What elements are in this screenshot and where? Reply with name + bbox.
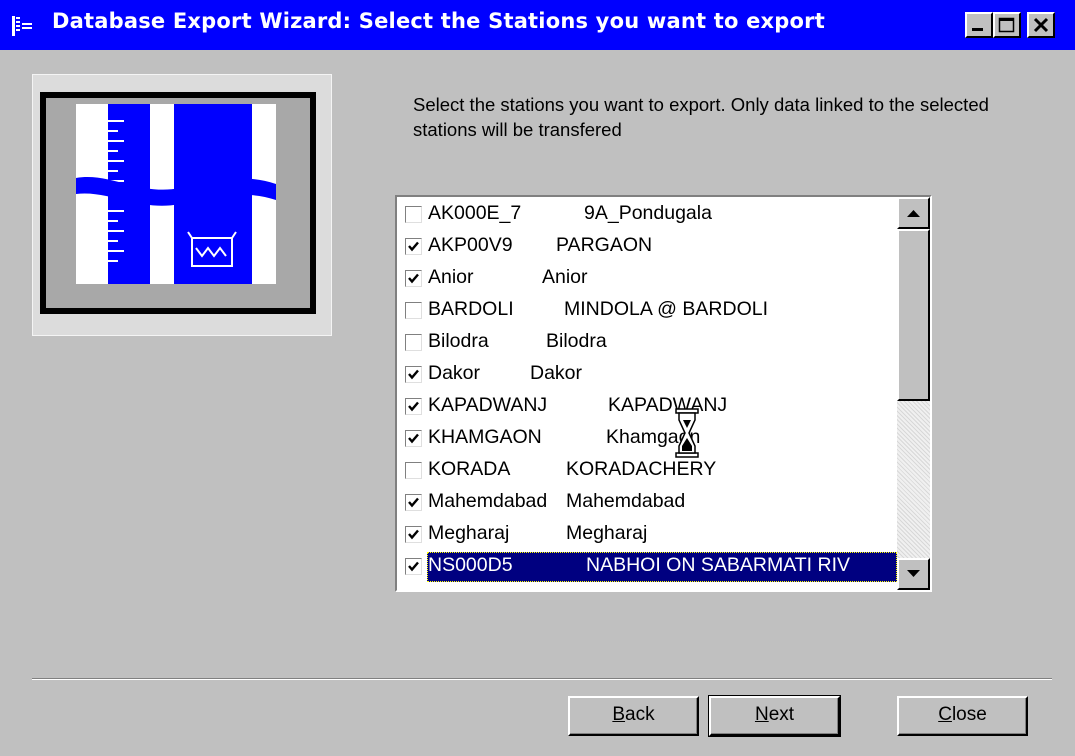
station-code: BARDOLI [428, 298, 514, 320]
station-code: NS000D5 [428, 554, 513, 576]
window-title: Database Export Wizard: Select the Stati… [52, 9, 825, 33]
back-button[interactable]: Back [568, 696, 699, 736]
station-code: Anior [428, 266, 474, 288]
station-code: KAPADWANJ [428, 394, 548, 416]
close-mnemonic: C [938, 704, 952, 725]
station-name: Bilodra [546, 330, 607, 352]
station-checkbox[interactable] [405, 366, 422, 383]
next-button[interactable]: Next [708, 695, 841, 737]
checkmark-icon [408, 273, 419, 284]
checkmark-icon [408, 241, 419, 252]
station-name: MINDOLA @ BARDOLI [564, 298, 769, 320]
station-name: Megharaj [566, 522, 648, 544]
stations-listbox[interactable]: AK000E_7 9A_Pondugala AKP00V9 PARGAON Anior A… [395, 195, 932, 592]
close-icon [1033, 17, 1049, 33]
station-list-item[interactable]: Mahemdabad Mahemdabad [399, 487, 897, 519]
checkmark-icon [408, 529, 419, 540]
station-name: Anior [542, 266, 588, 288]
scroll-up-button[interactable] [897, 197, 930, 229]
station-list-item[interactable]: KAPADWANJ KAPADWANJ [399, 391, 897, 423]
station-name: KAPADWANJ [608, 394, 728, 416]
station-list-item[interactable]: AKP00V9 PARGAON [399, 231, 897, 263]
station-code: KHAMGAON [428, 426, 542, 448]
maximize-button[interactable] [993, 12, 1021, 38]
station-list-item[interactable]: Dakor Dakor [399, 359, 897, 391]
station-name: Mahemdabad [566, 490, 686, 512]
station-list-item[interactable]: NS000D5 NABHOI ON SABARMATI RIV [399, 551, 897, 583]
checkmark-icon [408, 433, 419, 444]
station-code: Mahemdabad [428, 490, 548, 512]
minimize-icon [972, 28, 983, 31]
scroll-up-arrow-icon [907, 210, 920, 217]
station-checkbox[interactable] [405, 302, 422, 319]
station-list-item[interactable]: BARDOLI MINDOLA @ BARDOLI [399, 295, 897, 327]
station-checkbox[interactable] [405, 494, 422, 511]
station-list-item[interactable]: KORADA KORADACHERY [399, 455, 897, 487]
checkmark-icon [408, 369, 419, 380]
station-checkbox[interactable] [405, 270, 422, 287]
station-list-item[interactable]: Megharaj Megharaj [399, 519, 897, 551]
station-name: NABHOI ON SABARMATI RIV [586, 554, 851, 576]
wizard-app-icon [11, 14, 35, 38]
station-code: Megharaj [428, 522, 510, 544]
water-gauge-image [40, 92, 316, 314]
next-label: ext [768, 704, 795, 725]
station-list-item[interactable]: Bilodra Bilodra [399, 327, 897, 359]
close-wizard-button[interactable]: Close [897, 696, 1028, 736]
station-name: Dakor [530, 362, 583, 384]
water-gauge-illustration [40, 92, 316, 314]
station-code: AK000E_7 [428, 202, 522, 224]
station-checkbox[interactable] [405, 334, 422, 351]
scroll-down-button[interactable] [897, 558, 930, 590]
close-label: lose [951, 704, 987, 725]
scroll-thumb[interactable] [897, 229, 930, 401]
station-checkbox[interactable] [405, 558, 422, 575]
station-code: Dakor [428, 362, 481, 384]
vertical-scrollbar[interactable] [897, 197, 930, 590]
station-checkbox[interactable] [405, 238, 422, 255]
close-button[interactable] [1027, 12, 1055, 38]
instruction-text: Select the stations you want to export. … [413, 94, 989, 140]
back-mnemonic: B [612, 704, 626, 725]
scroll-down-arrow-icon [907, 570, 920, 577]
station-checkbox[interactable] [405, 430, 422, 447]
maximize-icon [998, 17, 1015, 33]
minimize-button[interactable] [965, 12, 993, 38]
checkmark-icon [408, 401, 419, 412]
station-name: PARGAON [556, 234, 653, 256]
station-list-item[interactable]: Anior Anior [399, 263, 897, 295]
station-name: KORADACHERY [566, 458, 717, 480]
station-code: KORADA [428, 458, 511, 480]
station-list-item[interactable]: AK000E_7 9A_Pondugala [399, 199, 897, 231]
checkmark-icon [408, 497, 419, 508]
footer-separator [32, 678, 1052, 680]
station-checkbox[interactable] [405, 526, 422, 543]
stations-list[interactable]: AK000E_7 9A_Pondugala AKP00V9 PARGAON Anior A… [399, 199, 897, 588]
title-bar[interactable]: Database Export Wizard: Select the Stati… [0, 0, 1075, 50]
station-checkbox[interactable] [405, 398, 422, 415]
station-code: AKP00V9 [428, 234, 513, 256]
station-checkbox[interactable] [405, 206, 422, 223]
checkmark-icon [408, 561, 419, 572]
back-label: ack [625, 704, 655, 725]
station-checkbox[interactable] [405, 462, 422, 479]
station-name: 9A_Pondugala [584, 202, 712, 224]
next-mnemonic: N [754, 704, 769, 725]
station-list-item[interactable]: KHAMGAON Khamgaon [399, 423, 897, 455]
station-code: Bilodra [428, 330, 489, 352]
hourglass-cursor-icon [675, 408, 699, 458]
